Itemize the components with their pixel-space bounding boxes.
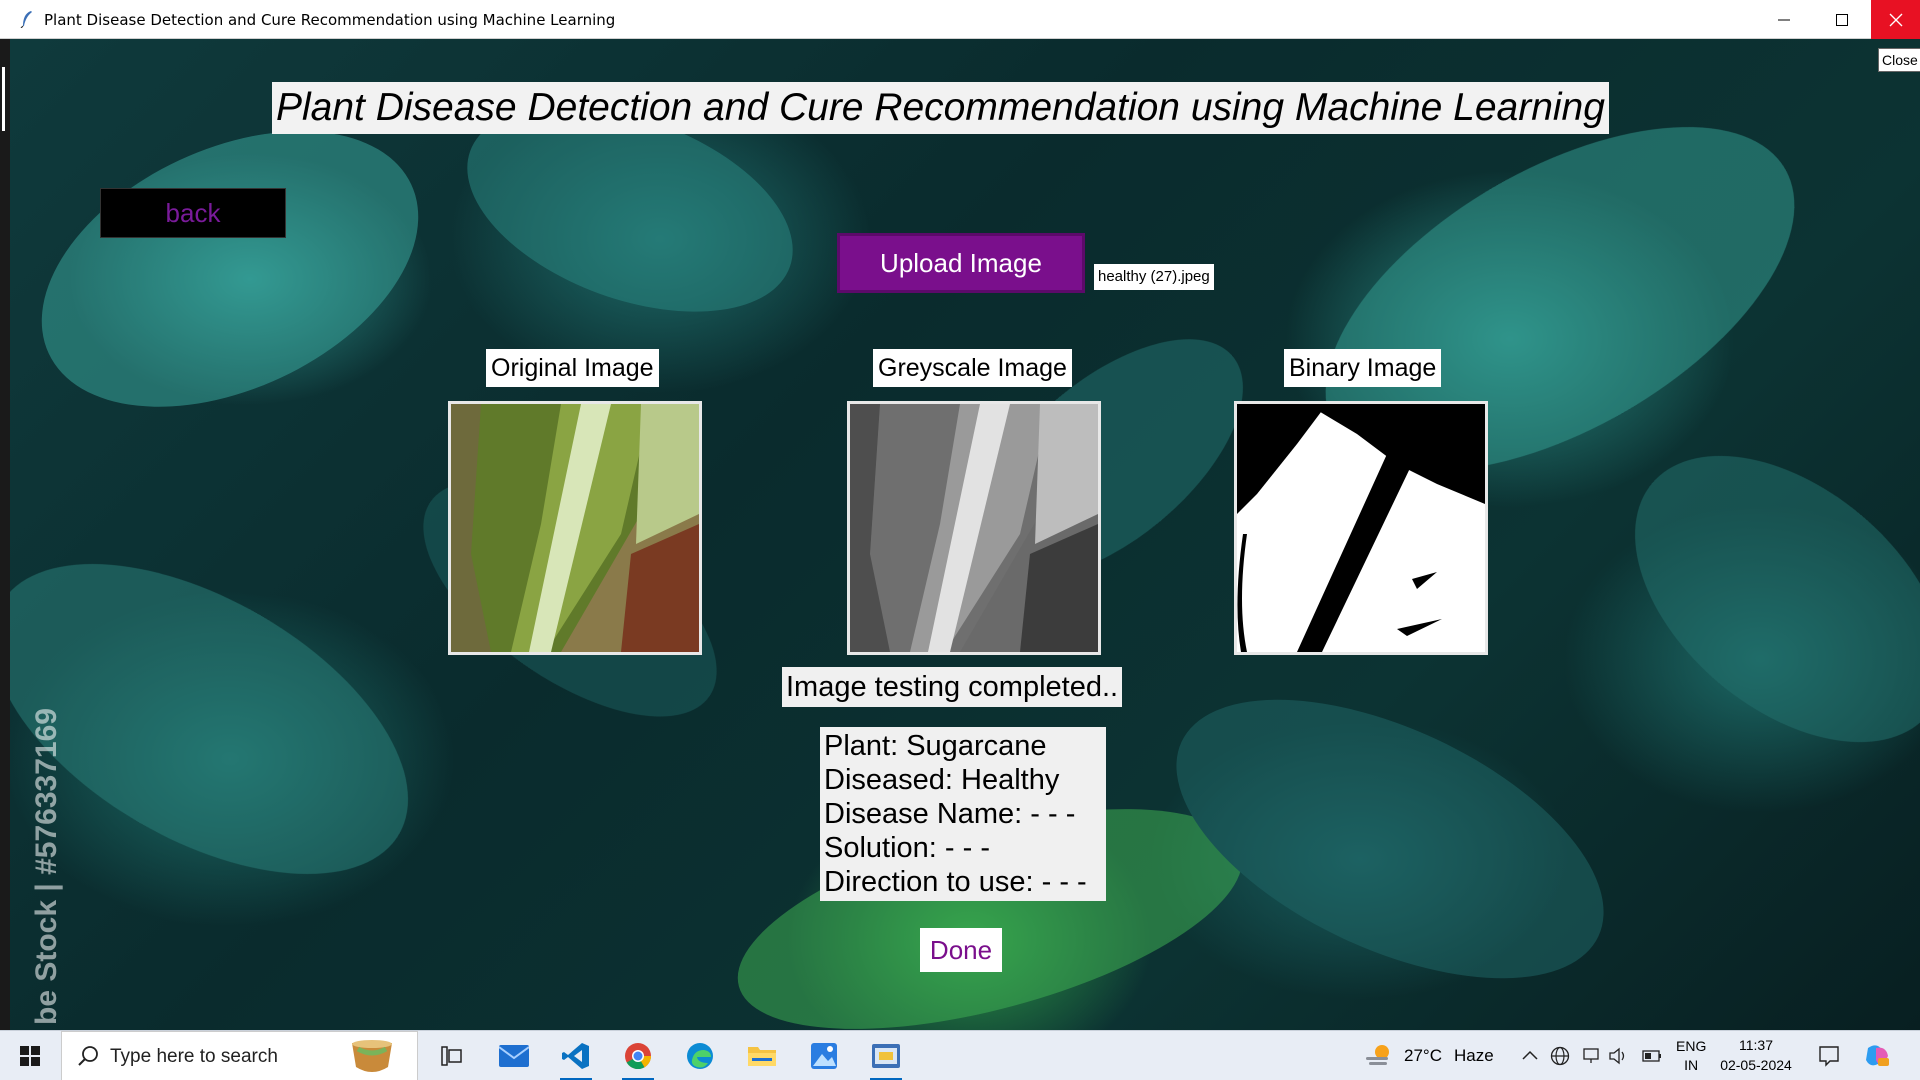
result-direction: Direction to use: - - - xyxy=(824,866,1087,898)
edge-icon xyxy=(687,1043,713,1069)
taskbar-search[interactable]: Type here to search xyxy=(61,1031,418,1080)
window-titlebar: Plant Disease Detection and Cure Recomme… xyxy=(0,0,1920,39)
search-icon xyxy=(78,1046,98,1066)
binary-image-label: Binary Image xyxy=(1284,349,1442,387)
close-button[interactable]: Close xyxy=(1878,48,1920,72)
clock-time: 11:37 xyxy=(1739,1037,1773,1053)
mail-icon xyxy=(499,1045,529,1067)
weather-desc[interactable]: Haze xyxy=(1454,1031,1494,1080)
window-title: Plant Disease Detection and Cure Recomme… xyxy=(44,11,616,29)
close-icon xyxy=(1889,13,1902,26)
binary-image xyxy=(1234,401,1488,655)
search-highlight-icon xyxy=(352,1040,392,1072)
taskbar-edge[interactable] xyxy=(672,1031,728,1080)
taskbar-chrome[interactable] xyxy=(610,1031,666,1080)
network-icon[interactable] xyxy=(1550,1046,1570,1066)
chevron-up-icon[interactable] xyxy=(1522,1050,1538,1060)
result-solution: Solution: - - - xyxy=(824,832,990,864)
taskbar-photos[interactable] xyxy=(796,1031,852,1080)
selected-filename: healthy (27).jpeg xyxy=(1094,264,1214,290)
task-view-button[interactable] xyxy=(424,1031,480,1080)
page-title: Plant Disease Detection and Cure Recomme… xyxy=(272,82,1609,134)
status-message: Image testing completed.. xyxy=(782,667,1123,707)
original-image-label: Original Image xyxy=(486,349,659,387)
folder-icon xyxy=(748,1047,776,1066)
back-button[interactable]: back xyxy=(100,188,286,238)
vscode-icon xyxy=(562,1043,589,1069)
result-disease-name: Disease Name: - - - xyxy=(824,798,1076,830)
maximize-button[interactable] xyxy=(1818,0,1865,39)
clock-date: 02-05-2024 xyxy=(1720,1057,1792,1073)
battery-icon[interactable] xyxy=(1642,1049,1662,1063)
minimize-button[interactable] xyxy=(1760,0,1807,39)
result-diseased: Diseased: Healthy xyxy=(824,764,1060,796)
greyscale-image-label: Greyscale Image xyxy=(873,349,1072,387)
region-code: IN xyxy=(1684,1057,1699,1073)
start-button[interactable] xyxy=(0,1031,60,1080)
weather-icon xyxy=(1366,1045,1389,1065)
chrome-icon xyxy=(625,1043,652,1070)
windows-icon xyxy=(20,1046,40,1066)
taskbar-file-explorer[interactable] xyxy=(734,1031,790,1080)
edge-marker xyxy=(2,67,5,131)
original-image xyxy=(448,401,702,655)
photos-icon xyxy=(811,1043,837,1069)
result-panel: Plant: Sugarcane Diseased: Healthy Disea… xyxy=(820,727,1106,901)
window-close-button[interactable] xyxy=(1871,0,1920,39)
minimize-icon xyxy=(1777,19,1790,20)
input-language[interactable]: ENG IN xyxy=(1676,1037,1706,1075)
upload-image-button[interactable]: Upload Image xyxy=(837,233,1085,293)
copilot-icon[interactable] xyxy=(1864,1044,1890,1068)
language-code: ENG xyxy=(1676,1038,1707,1054)
system-clock[interactable]: 11:37 02-05-2024 xyxy=(1712,1035,1800,1075)
left-edge xyxy=(0,39,10,1030)
taskbar: Type here to search 27°C Haze ENG IN 11:… xyxy=(0,1030,1920,1080)
done-button[interactable]: Done xyxy=(920,928,1002,972)
maximize-icon xyxy=(1835,13,1848,26)
display-icon[interactable] xyxy=(1582,1047,1600,1065)
python-app-icon xyxy=(872,1044,900,1068)
notification-icon[interactable] xyxy=(1818,1045,1840,1067)
greyscale-image xyxy=(847,401,1101,655)
search-placeholder: Type here to search xyxy=(110,1046,278,1067)
taskbar-python-app[interactable] xyxy=(858,1031,914,1080)
taskbar-mail[interactable] xyxy=(486,1031,542,1080)
taskbar-vscode[interactable] xyxy=(548,1031,604,1080)
result-plant: Plant: Sugarcane xyxy=(824,730,1047,762)
volume-icon[interactable] xyxy=(1608,1047,1628,1065)
background-watermark: be Stock | #576337169 xyxy=(30,708,63,1025)
task-view-icon xyxy=(441,1046,462,1066)
feather-icon xyxy=(20,11,32,28)
weather-temp[interactable]: 27°C xyxy=(1404,1031,1442,1080)
